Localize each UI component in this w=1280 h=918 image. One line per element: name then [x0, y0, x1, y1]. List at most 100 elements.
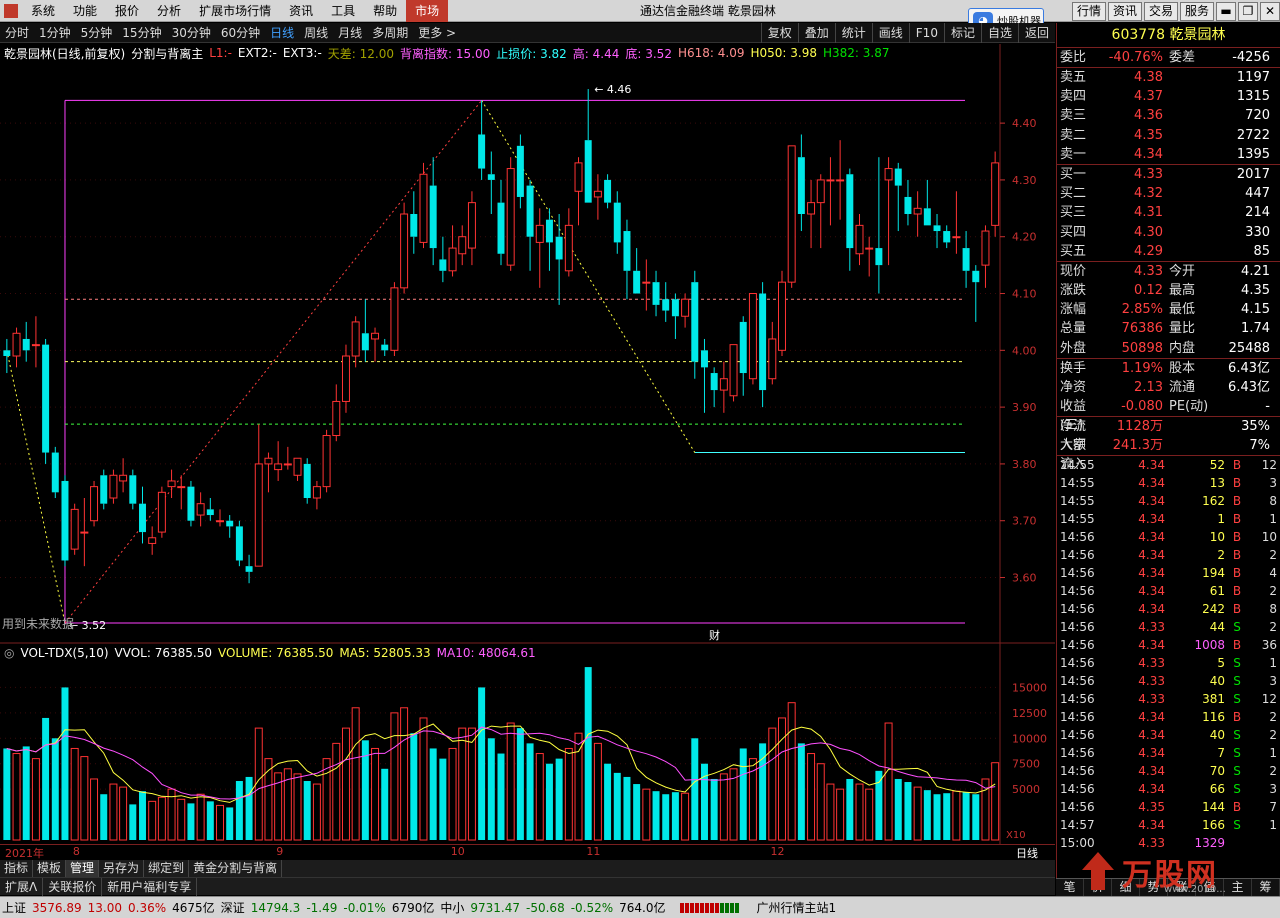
- bid-row-1[interactable]: 买二 4.32 447: [1057, 184, 1280, 203]
- vol-bar-86: [836, 788, 845, 841]
- stat-row-3[interactable]: 总量 76386 量比 1.74: [1057, 319, 1280, 338]
- close-icon[interactable]: ✕: [1260, 2, 1280, 21]
- period-3[interactable]: 15分钟: [117, 23, 166, 43]
- indicator-tab-4[interactable]: 绑定到: [144, 860, 190, 877]
- stat-row-4-label: 外盘: [1060, 340, 1087, 356]
- indicator-tab-3[interactable]: 另存为: [99, 860, 145, 877]
- period-10[interactable]: 更多 >: [413, 23, 461, 43]
- menu-0[interactable]: 系统: [22, 0, 64, 22]
- tick-time: 14:56: [1060, 800, 1095, 815]
- stat-row-2[interactable]: 涨幅 2.85% 最低 4.15: [1057, 300, 1280, 319]
- bid-row-2[interactable]: 买三 4.31 214: [1057, 203, 1280, 222]
- sz-index-label[interactable]: 深证: [221, 899, 245, 916]
- stat-row-7[interactable]: 收益(三) -0.080 PE(动) -: [1057, 397, 1280, 433]
- tool-5[interactable]: 标记: [943, 22, 981, 43]
- stat-row-6[interactable]: 净资 2.13 流通 6.43亿: [1057, 378, 1280, 397]
- period-1[interactable]: 1分钟: [34, 23, 76, 43]
- high-value: 高: 4.44: [572, 46, 620, 61]
- period-label[interactable]: 日线: [1016, 845, 1038, 861]
- volume-chart[interactable]: 15000 12500 10000 7500 5000 X10: [0, 644, 1055, 844]
- indicator-tab-0[interactable]: 指标: [0, 860, 34, 877]
- ext-tab-2[interactable]: 新用户福利专享: [102, 877, 198, 896]
- formula-name[interactable]: 分割与背离主: [131, 45, 203, 62]
- stock-code: 603778: [1111, 27, 1170, 43]
- x-label-3: 10: [450, 845, 465, 858]
- ask-row-3[interactable]: 卖二 4.35 2722: [1057, 126, 1280, 145]
- tool-4[interactable]: F10: [908, 22, 944, 43]
- sh-index-label[interactable]: 上证: [2, 899, 26, 916]
- vol-tick-label-1: 12500: [1012, 707, 1047, 720]
- tick-count: 8: [1269, 494, 1277, 509]
- menu-market[interactable]: 市场: [406, 0, 449, 22]
- indicator-line: 乾景园林(日线,前复权) 分割与背离主 L1:- EXT2:- EXT3:- 天…: [0, 44, 1055, 62]
- server-site[interactable]: 广州行情主站1: [757, 899, 837, 916]
- minimize-icon[interactable]: ▬: [1216, 2, 1236, 21]
- flow-row-1-value: 241.3万: [1112, 437, 1163, 453]
- ask-row-2[interactable]: 卖三 4.36 720: [1057, 106, 1280, 125]
- menu-5[interactable]: 资讯: [280, 0, 322, 22]
- tick-price: 4.33: [1138, 674, 1165, 689]
- menu-7[interactable]: 帮助: [364, 0, 406, 22]
- period-5[interactable]: 60分钟: [216, 23, 265, 43]
- stat-row-0-label: 现价: [1060, 264, 1087, 280]
- indicator-tab-1[interactable]: 模板: [33, 860, 67, 877]
- weibi-row-value: -40.76%: [1108, 50, 1163, 65]
- menu-4[interactable]: 扩展市场行情: [190, 0, 280, 22]
- candle-6: [61, 475, 69, 567]
- finance-marker[interactable]: 财: [709, 628, 720, 642]
- flow-row-0[interactable]: 净流入额 1128万 35%: [1057, 416, 1280, 453]
- top-button-0[interactable]: 行情: [1071, 2, 1106, 21]
- ext-tab-1[interactable]: 关联报价: [43, 877, 103, 896]
- ask-row-4[interactable]: 卖一 4.34 1395: [1057, 145, 1280, 164]
- period-9[interactable]: 多周期: [367, 23, 413, 43]
- menu-6[interactable]: 工具: [322, 0, 364, 22]
- period-7[interactable]: 周线: [299, 23, 333, 43]
- bid-row-4-label: 买五: [1060, 243, 1087, 259]
- tick-side: B: [1232, 548, 1242, 563]
- ask-row-3-label2: [1163, 126, 1213, 145]
- vol-name[interactable]: VOL-TDX(5,10): [20, 646, 108, 660]
- tool-6[interactable]: 自选: [980, 22, 1018, 43]
- ask-row-0[interactable]: 卖五 4.38 1197: [1057, 67, 1280, 86]
- tool-1[interactable]: 叠加: [797, 22, 835, 43]
- tiancha-value: 天差: 12.00: [327, 46, 394, 61]
- tool-3[interactable]: 画线: [871, 22, 909, 43]
- weibi-row[interactable]: 委比 -40.76% 委差 -4256: [1057, 48, 1280, 67]
- ext-tab-0[interactable]: 扩展ᐱ: [0, 877, 44, 896]
- tool-2[interactable]: 统计: [834, 22, 872, 43]
- tick-qty: 116: [1202, 710, 1225, 725]
- stat-row-1[interactable]: 涨跌 0.12 最高 4.35: [1057, 281, 1280, 300]
- period-4[interactable]: 30分钟: [167, 23, 216, 43]
- tick-price: 4.34: [1138, 548, 1165, 563]
- top-button-3[interactable]: 服务: [1179, 2, 1214, 21]
- bid-row-4[interactable]: 买五 4.29 85: [1057, 242, 1280, 261]
- vol-circle-icon[interactable]: ◎: [4, 646, 14, 660]
- top-button-2[interactable]: 交易: [1143, 2, 1178, 21]
- period-0[interactable]: 分时: [0, 23, 34, 43]
- stat-row-0[interactable]: 现价 4.33 今开 4.21: [1057, 261, 1280, 280]
- stat-row-4-label2: 内盘: [1169, 340, 1196, 356]
- period-6[interactable]: 日线: [265, 23, 299, 43]
- stat-row-5[interactable]: 换手 1.19% 股本 6.43亿: [1057, 358, 1280, 377]
- menu-3[interactable]: 分析: [148, 0, 190, 22]
- tool-7[interactable]: 返回: [1017, 22, 1055, 43]
- candlestick-chart[interactable]: 4.40 4.30 4.20 4.10 4.00 3.90 3.80 3.70 3.60 ← 4.…: [0, 44, 1055, 644]
- period-2[interactable]: 5分钟: [76, 23, 118, 43]
- flow-row-1[interactable]: 大宗流入 241.3万 7%: [1057, 436, 1280, 472]
- top-button-1[interactable]: 资讯: [1107, 2, 1142, 21]
- tool-0[interactable]: 复权: [760, 22, 798, 43]
- menu-2[interactable]: 报价: [106, 0, 148, 22]
- indicator-tab-5[interactable]: 黄金分割与背离: [189, 860, 283, 877]
- app-icon[interactable]: [4, 3, 18, 18]
- bid-row-0[interactable]: 买一 4.33 2017: [1057, 164, 1280, 183]
- period-8[interactable]: 月线: [333, 23, 367, 43]
- indicator-tab-2[interactable]: 管理: [66, 860, 100, 877]
- vol-bar-36: [351, 707, 360, 841]
- restore-icon[interactable]: ❐: [1238, 2, 1258, 21]
- status-bar: 上证 3576.89 13.00 0.36% 4675亿 深证 14794.3 -1.49 -0…: [0, 896, 1280, 918]
- ask-row-1[interactable]: 卖四 4.37 1315: [1057, 87, 1280, 106]
- stat-row-4[interactable]: 外盘 50898 内盘 25488: [1057, 339, 1280, 358]
- menu-1[interactable]: 功能: [64, 0, 106, 22]
- bid-row-3[interactable]: 买四 4.30 330: [1057, 223, 1280, 242]
- zx-index-label[interactable]: 中小: [440, 899, 464, 916]
